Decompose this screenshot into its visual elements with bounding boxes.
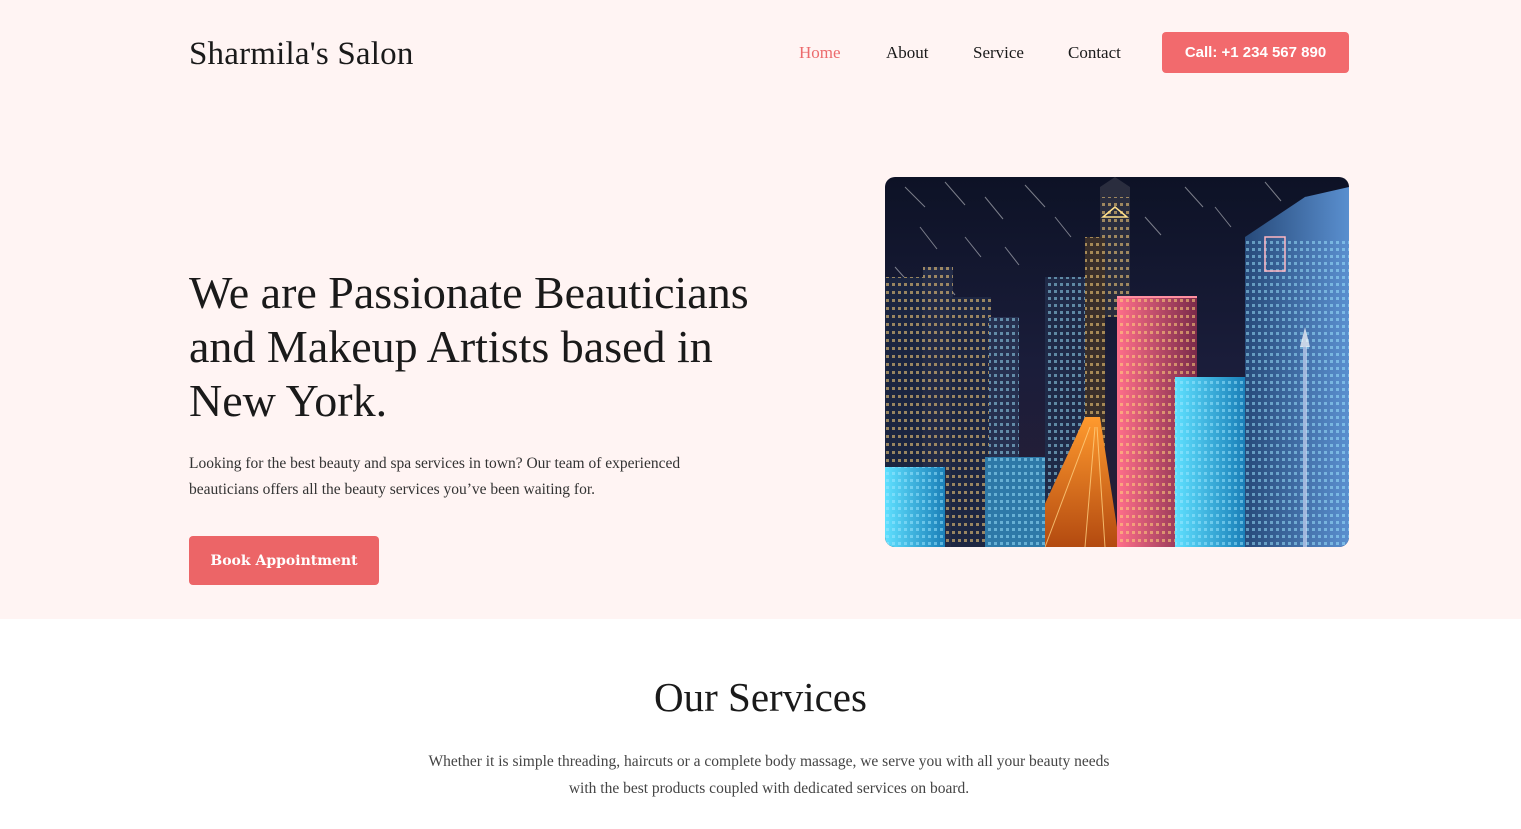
services-title: Our Services [654, 674, 867, 720]
services-description: Whether it is simple threading, haircuts… [428, 753, 1110, 797]
hero-description: Looking for the best beauty and spa serv… [189, 455, 681, 498]
hero-title: We are Passionate Beauticians and Makeup… [189, 267, 749, 426]
call-button[interactable]: Call: +1 234 567 890 [1162, 32, 1349, 73]
hero-section: Sharmila's Salon Home About Service Cont… [0, 0, 1521, 619]
book-appointment-button[interactable]: Book Appointment [189, 536, 379, 585]
night-city-skyline-image [885, 177, 1349, 547]
nav-link-service[interactable]: Service [973, 42, 1024, 64]
brand-logo[interactable]: Sharmila's Salon [189, 34, 414, 74]
nav-link-about[interactable]: About [886, 42, 929, 64]
nav-link-contact[interactable]: Contact [1068, 42, 1121, 64]
page: Sharmila's Salon Home About Service Cont… [0, 0, 1521, 829]
nav-link-home[interactable]: Home [799, 42, 841, 64]
